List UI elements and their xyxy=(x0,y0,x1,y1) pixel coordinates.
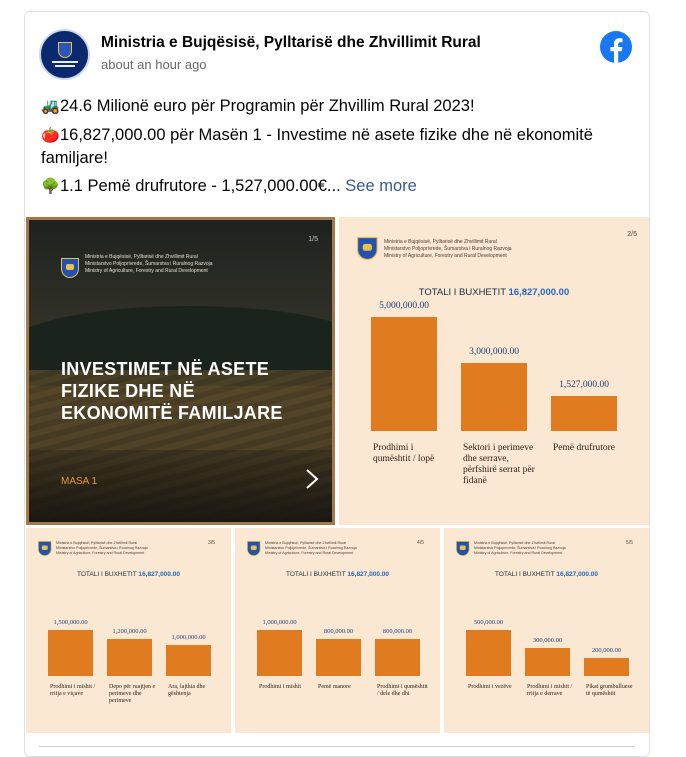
gallery-photo-4[interactable]: Ministria e Bujqësisë, Pylltarisë dhe Zh… xyxy=(235,528,440,733)
ministry-logo-icon xyxy=(57,42,72,58)
chart-title: TOTALI I BUXHETIT 16,827,000.00 xyxy=(77,571,180,578)
chart-bar xyxy=(166,645,211,676)
bar-category-label: Prodhimi i mishit / rritja e derrave xyxy=(527,684,573,697)
ministry-line: Ministry of Agriculture, Forestry and Ru… xyxy=(85,268,208,274)
facebook-icon[interactable] xyxy=(600,31,632,63)
divider xyxy=(39,746,635,747)
bar-value-label: 300,000.00 xyxy=(532,637,563,644)
bar-category-label: Prodhimi i qumështit / lopë xyxy=(373,443,435,464)
field-shadow xyxy=(29,450,332,522)
ministry-line: Ministry of Agriculture, Forestry and Ru… xyxy=(265,551,354,555)
bar-category-label: Depo për ruajtjen e perimeve dhe perimev… xyxy=(109,684,156,704)
facebook-post: Ministria e Bujqësisë, Pylltarisë dhe Zh… xyxy=(24,11,650,757)
ministry-line: Ministry of Agriculture, Forestry and Ru… xyxy=(56,551,145,555)
chart-bar xyxy=(466,630,511,676)
tree-icon: 🌳 xyxy=(41,178,60,195)
bar-value-label: 1,527,000.00 xyxy=(559,380,609,390)
gallery-photo-3[interactable]: Ministria e Bujqësisë, Pylltarisë dhe Zh… xyxy=(26,528,231,733)
slide-number: 3/5 xyxy=(208,540,215,546)
logo-text-line xyxy=(51,61,78,63)
kosovo-emblem-icon xyxy=(38,541,52,556)
slide-number: 1/5 xyxy=(308,236,318,243)
kosovo-emblem-icon xyxy=(456,541,470,556)
page-avatar[interactable] xyxy=(39,29,90,80)
chart-bar xyxy=(371,317,437,431)
chart-title: TOTALI I BUXHETIT 16,827,000.00 xyxy=(418,287,570,298)
post-line: 🚜24.6 Milionë euro për Programin për Zhv… xyxy=(41,95,637,118)
slide-title: INVESTIMET NË ASETE FIZIKE DHE NË EKONOM… xyxy=(61,359,283,423)
bar-value-label: 1,500,000.00 xyxy=(53,619,88,626)
post-line-text: 1.1 Pemë drufrutore - 1,527,000.00€... xyxy=(60,177,341,195)
ministry-line: Ministria e Bujqësisë, Pylltarisë dhe Zh… xyxy=(85,254,198,260)
post-line: 🌳1.1 Pemë drufrutore - 1,527,000.00€... … xyxy=(41,175,637,198)
kosovo-emblem-icon xyxy=(357,237,378,260)
slide-number: 2/5 xyxy=(627,231,637,238)
bar-value-label: 1,200,000.00 xyxy=(112,628,147,635)
ministry-line: Ministria e Bujqësisë, Pylltarisë dhe Zh… xyxy=(384,239,497,245)
bar-value-label: 800,000.00 xyxy=(382,628,413,635)
kosovo-emblem-icon xyxy=(61,258,79,278)
kosovo-emblem-icon xyxy=(247,541,261,556)
ministry-line: Ministarstvo Poljoprivrede, Šumarstva i … xyxy=(85,261,213,267)
bar-value-label: 1,000,000.00 xyxy=(171,634,206,641)
slide-subtitle: MASA 1 xyxy=(61,476,98,487)
bar-value-label: 500,000.00 xyxy=(473,619,504,626)
bar-category-label: Prodhimi i mishit xyxy=(259,684,302,690)
chevron-right-icon[interactable] xyxy=(304,468,320,490)
post-line: 🍅16,827,000.00 për Masën 1 - Investime n… xyxy=(41,124,637,169)
chart-bar xyxy=(461,363,527,431)
chart-bar xyxy=(525,648,570,676)
bar-category-label: Prodhimi i mishit / rritja e viçave xyxy=(50,684,96,697)
logo-text-line xyxy=(54,65,75,67)
chart-bar xyxy=(107,639,152,676)
bar-value-label: 800,000.00 xyxy=(323,628,354,635)
bar-category-label: Pemë manore xyxy=(318,684,351,690)
photo-gallery: Ministria e Bujqësisë, Pylltarisë dhe Zh… xyxy=(25,215,649,733)
chart-title-value: 16,827,000.00 xyxy=(347,571,389,578)
page-name-link[interactable]: Ministria e Bujqësisë, Pylltarisë dhe Zh… xyxy=(101,34,481,52)
chart-bar xyxy=(584,658,629,676)
bar-category-label: Sektori i perimeve dhe serrave, përfshir… xyxy=(463,443,535,486)
chart-title: TOTALI I BUXHETIT 16,827,000.00 xyxy=(286,571,389,578)
bar-value-label: 1,000,000.00 xyxy=(262,619,297,626)
chart-bar xyxy=(48,630,93,676)
gallery-photo-2[interactable]: Ministria e Bujqësisë, Pylltarisë dhe Zh… xyxy=(339,217,649,525)
slide-number: 5/5 xyxy=(626,540,633,546)
bar-value-label: 200,000.00 xyxy=(591,647,622,654)
bar-category-label: Prodhimi i qumështit / dele dhe dhi xyxy=(377,684,428,697)
bar-category-label: Pemë drufrutore xyxy=(553,443,615,453)
post-text: 🚜24.6 Milionë euro për Programin për Zhv… xyxy=(41,95,637,204)
gallery-photo-5[interactable]: Ministria e Bujqësisë, Pylltarisë dhe Zh… xyxy=(444,528,649,733)
chart-bar xyxy=(257,630,302,676)
ministry-line: Ministry of Agriculture, Forestry and Ru… xyxy=(384,253,507,259)
tomato-icon: 🍅 xyxy=(41,127,60,144)
bar-category-label: Ara, lajthia dhe gështenja xyxy=(168,684,206,697)
ministry-line: Ministry of Agriculture, Forestry and Ru… xyxy=(474,551,563,555)
chart-title-value: 16,827,000.00 xyxy=(508,287,570,298)
chart-bar xyxy=(375,639,420,676)
tractor-icon: 🚜 xyxy=(41,98,60,115)
chart-title-value: 16,827,000.00 xyxy=(138,571,180,578)
post-line-text: 16,827,000.00 për Masën 1 - Investime në… xyxy=(41,126,593,167)
gallery-photo-1[interactable]: Ministria e Bujqësisë, Pylltarisë dhe Zh… xyxy=(26,217,335,525)
chart-title: TOTALI I BUXHETIT 16,827,000.00 xyxy=(495,571,598,578)
chart-title-value: 16,827,000.00 xyxy=(556,571,598,578)
bar-value-label: 3,000,000.00 xyxy=(469,347,519,357)
see-more-link[interactable]: See more xyxy=(345,177,417,195)
bar-category-label: Prodhimi i vezëve xyxy=(468,684,512,690)
bar-category-label: Pikat grumbulluese të qumështit xyxy=(586,684,633,697)
chart-bar xyxy=(551,396,617,431)
slide-number: 4/5 xyxy=(417,540,424,546)
post-line-text: 24.6 Milionë euro për Programin për Zhvi… xyxy=(60,97,475,115)
bar-value-label: 5,000,000.00 xyxy=(379,301,429,311)
post-header: Ministria e Bujqësisë, Pylltarisë dhe Zh… xyxy=(39,29,635,80)
chart-bar xyxy=(316,639,361,676)
ministry-line: Ministarstvo Poljoprivrede, Šumarstva i … xyxy=(384,246,512,252)
post-timestamp[interactable]: about an hour ago xyxy=(101,57,207,72)
